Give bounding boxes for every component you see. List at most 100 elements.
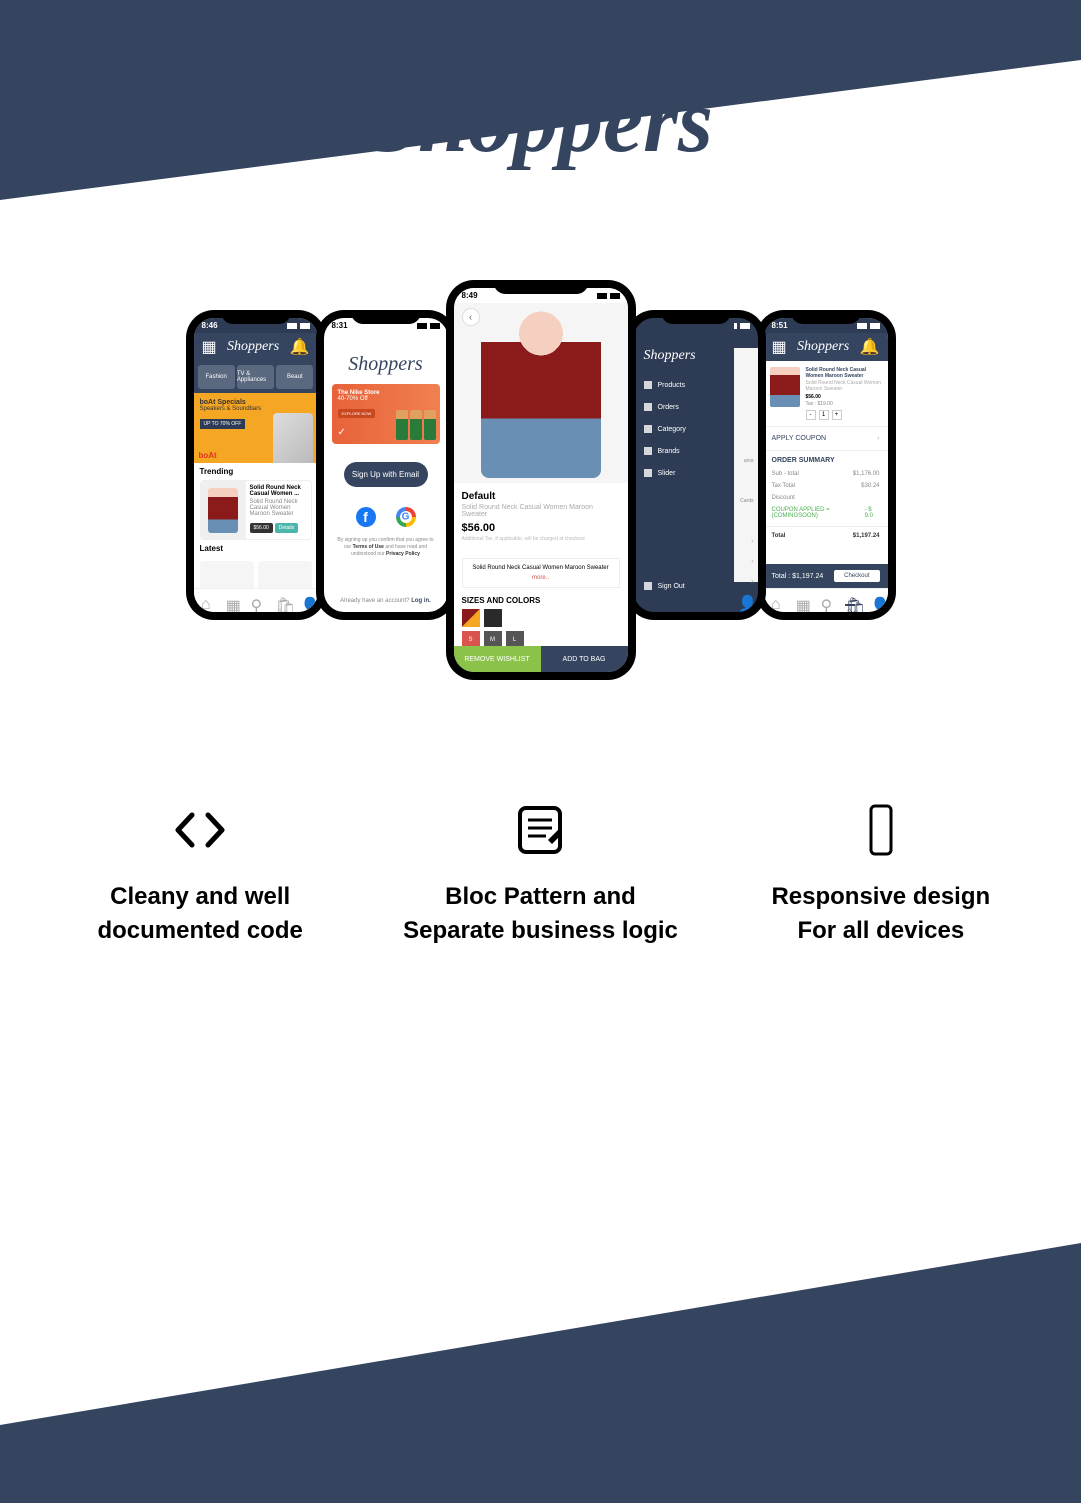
home-icon[interactable]: ⌂ [201,596,211,606]
promo-banner[interactable]: boAt Specials Speakers & Soundbars UP TO… [194,393,318,463]
bell-icon[interactable]: 🔔 [290,337,310,357]
promo-subtitle: 40-70% Off [338,396,434,402]
battery-icon [610,293,620,299]
menu-category[interactable]: Category [634,418,734,440]
terms-text: By signing up you confirm that you agree… [334,537,438,558]
brands-icon [644,447,652,455]
login-prompt: Already have an account? Log in. [324,598,448,604]
privacy-link[interactable]: Privacy Policy [386,551,420,557]
phone-outline-icon [851,800,911,860]
drawer-panel: Shoppers Products Orders Category Brands… [634,318,734,612]
login-link[interactable]: Log in. [411,598,431,604]
menu-icon[interactable]: ▦ [772,337,787,357]
app-header: ▦ Shoppers 🔔 [194,333,318,361]
bar-total: Total : $1,197.24 [772,573,824,580]
chevron-right-icon: › [877,435,879,442]
latest-heading: Latest [194,540,318,557]
menu-products[interactable]: Products [634,374,734,396]
checkout-button[interactable]: Checkout [834,570,879,582]
terms-link[interactable]: Terms of Use [353,544,384,550]
drawer-logo: Shoppers [634,348,734,374]
home-icon[interactable]: ⌂ [771,596,781,606]
google-login-button[interactable] [396,507,416,527]
bag-icon[interactable]: 🛍 [845,596,855,606]
phone-product-detail: 8:49 ‹ Default Solid Round Neck Casual W… [446,280,636,680]
search-icon[interactable]: ⚲ [250,596,260,606]
qty-minus-button[interactable]: - [806,410,816,420]
feature-title-line: documented code [97,917,302,944]
qty-plus-button[interactable]: + [832,410,842,420]
user-icon[interactable]: 👤 [300,596,310,606]
product-price: $56.00 [462,522,620,534]
promo-brand-logo: boAt [199,451,217,460]
latest-item[interactable] [200,561,254,591]
menu-orders[interactable]: Orders [634,396,734,418]
battery-icon [300,323,310,329]
cart-item-tax: Tax : $19.00 [806,401,882,407]
color-swatch-black[interactable] [484,609,502,627]
latest-item[interactable] [258,561,312,591]
product-description: Solid Round Neck Casual Women Maroon Swe… [469,565,613,571]
app-header: ▦ Shoppers 🔔 [764,333,888,361]
more-link[interactable]: more.. [469,575,613,581]
total-row: Total$1,197.24 [764,526,888,542]
chevron-right-icon[interactable]: › [751,578,753,585]
bottom-nav: ⌂ ▦ ⚲ 🛍 👤 [764,588,888,612]
search-icon[interactable]: ⚲ [820,596,830,606]
product-card[interactable]: Solid Round Neck Casual Women ... Solid … [200,480,312,540]
remove-wishlist-button[interactable]: REMOVE WISHLIST [454,646,541,672]
user-icon[interactable]: 👤 [738,594,748,604]
time-label: 8:49 [462,291,478,300]
product-brand: Default [462,491,620,502]
explore-button[interactable]: EXPLORE NOW [338,409,376,418]
discount-label-row: Discount [764,492,888,504]
feature-bloc: Bloc Pattern andSeparate business logic [390,800,690,947]
chevron-right-icon[interactable]: › [751,538,753,545]
feature-title-line: For all devices [797,917,964,944]
signout-button[interactable]: Sign Out [634,575,695,597]
battery-icon [870,323,880,329]
summary-heading: ORDER SUMMARY [764,451,888,468]
card-title: Solid Round Neck Casual Women ... [250,485,307,497]
color-swatch-maroon-orange[interactable] [462,609,480,627]
bell-icon[interactable]: 🔔 [860,337,880,357]
chevron-right-icon[interactable]: › [751,558,753,565]
cart-item: Solid Round Neck Casual Women Maroon Swe… [764,361,888,426]
phone-drawer: 8:55 urns Cards › › › Shoppers Products … [626,310,766,620]
sizes-heading: SIZES AND COLORS [454,596,628,605]
signup-email-button[interactable]: Sign Up with Email [344,462,428,487]
menu-icon[interactable]: ▦ [202,337,217,357]
time-label: 8:46 [202,321,218,330]
feature-title-line: Separate business logic [403,917,678,944]
promo-title: boAt Specials [200,399,312,406]
back-button[interactable]: ‹ [462,308,480,326]
category-fashion[interactable]: Fashion [198,365,235,389]
bag-icon[interactable]: 🛍 [275,596,285,606]
brand-title: Shoppers [368,70,713,173]
facebook-login-button[interactable] [356,507,376,527]
description-box: Solid Round Neck Casual Women Maroon Swe… [462,558,620,588]
menu-slider[interactable]: Slider [634,462,734,484]
partial-text: Cards [740,498,753,504]
coupon-applied-row: COUPON APPLIED = (COMINGSOON)- $ 9.0 [764,504,888,522]
category-beauty[interactable]: Beaut [276,365,313,389]
nike-swoosh-icon: ✓ [338,427,346,438]
signout-icon [644,582,652,590]
menu-brands[interactable]: Brands [634,440,734,462]
phone-signup: 8:31 Shoppers The Nike Store 40-70% Off … [316,310,456,620]
signal-icon [597,293,607,299]
user-icon[interactable]: 👤 [870,596,880,606]
apply-coupon-row[interactable]: APPLY COUPON › [764,426,888,451]
coupon-label: APPLY COUPON [772,435,827,442]
feature-code: Cleany and welldocumented code [50,800,350,947]
promo-image [273,413,313,463]
category-tv[interactable]: TV & Appliances [237,365,274,389]
grid-icon[interactable]: ▦ [796,596,806,606]
checkout-bar: Total : $1,197.24 Checkout [764,564,888,588]
grid-icon[interactable]: ▦ [226,596,236,606]
details-button[interactable]: Details [275,523,298,533]
orders-icon [644,403,652,411]
add-to-bag-button[interactable]: ADD TO BAG [541,646,628,672]
nike-promo[interactable]: The Nike Store 40-70% Off EXPLORE NOW ✓ [332,384,440,444]
app-logo: Shoppers [227,339,279,355]
